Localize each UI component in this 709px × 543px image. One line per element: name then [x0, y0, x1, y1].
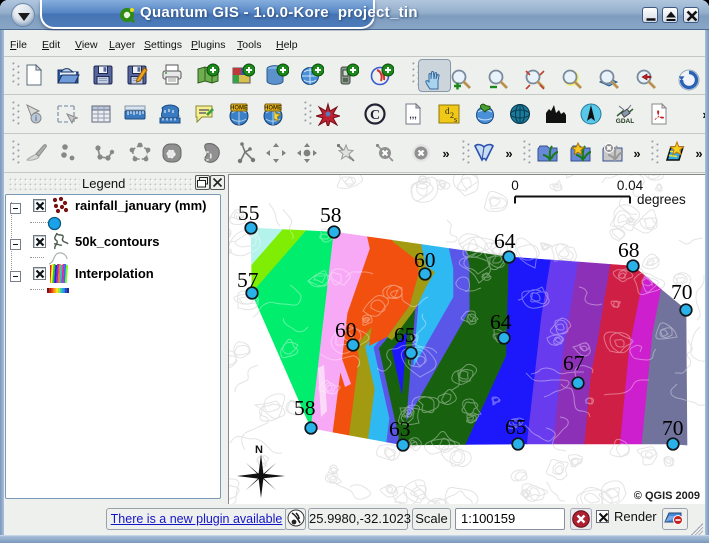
svg-text:GDAL: GDAL	[616, 118, 634, 125]
svg-text:68: 68	[618, 238, 640, 262]
svg-text:i: i	[35, 114, 37, 123]
svg-text:N: N	[255, 444, 263, 456]
svg-text:70: 70	[662, 416, 684, 440]
svg-text:HOME: HOME	[230, 106, 248, 112]
svg-text:58: 58	[320, 203, 342, 227]
svg-text:60: 60	[335, 318, 357, 342]
svg-text:0.04: 0.04	[617, 178, 644, 193]
svg-text:»: »	[695, 146, 702, 161]
svg-text:»: »	[633, 146, 640, 161]
svg-text:63: 63	[389, 417, 411, 441]
svg-text:65: 65	[394, 323, 416, 347]
svg-text:58: 58	[294, 396, 316, 420]
svg-text:0: 0	[511, 178, 519, 193]
svg-text:»: »	[505, 146, 512, 161]
svg-text:64: 64	[490, 310, 512, 334]
svg-text:55: 55	[238, 201, 260, 225]
svg-text:67: 67	[563, 351, 585, 375]
svg-text:degrees: degrees	[637, 192, 686, 207]
svg-text:© QGIS 2009: © QGIS 2009	[634, 490, 700, 502]
svg-text:65: 65	[505, 415, 527, 439]
svg-text:70: 70	[671, 280, 693, 304]
svg-text:,,,: ,,,	[409, 110, 417, 120]
svg-text:»: »	[442, 146, 449, 161]
svg-text:HOME: HOME	[264, 106, 282, 112]
svg-text:60: 60	[414, 248, 436, 272]
svg-text:57: 57	[237, 268, 259, 292]
svg-text:C: C	[370, 108, 380, 123]
svg-text:s: s	[454, 115, 457, 124]
svg-text:64: 64	[494, 229, 516, 253]
